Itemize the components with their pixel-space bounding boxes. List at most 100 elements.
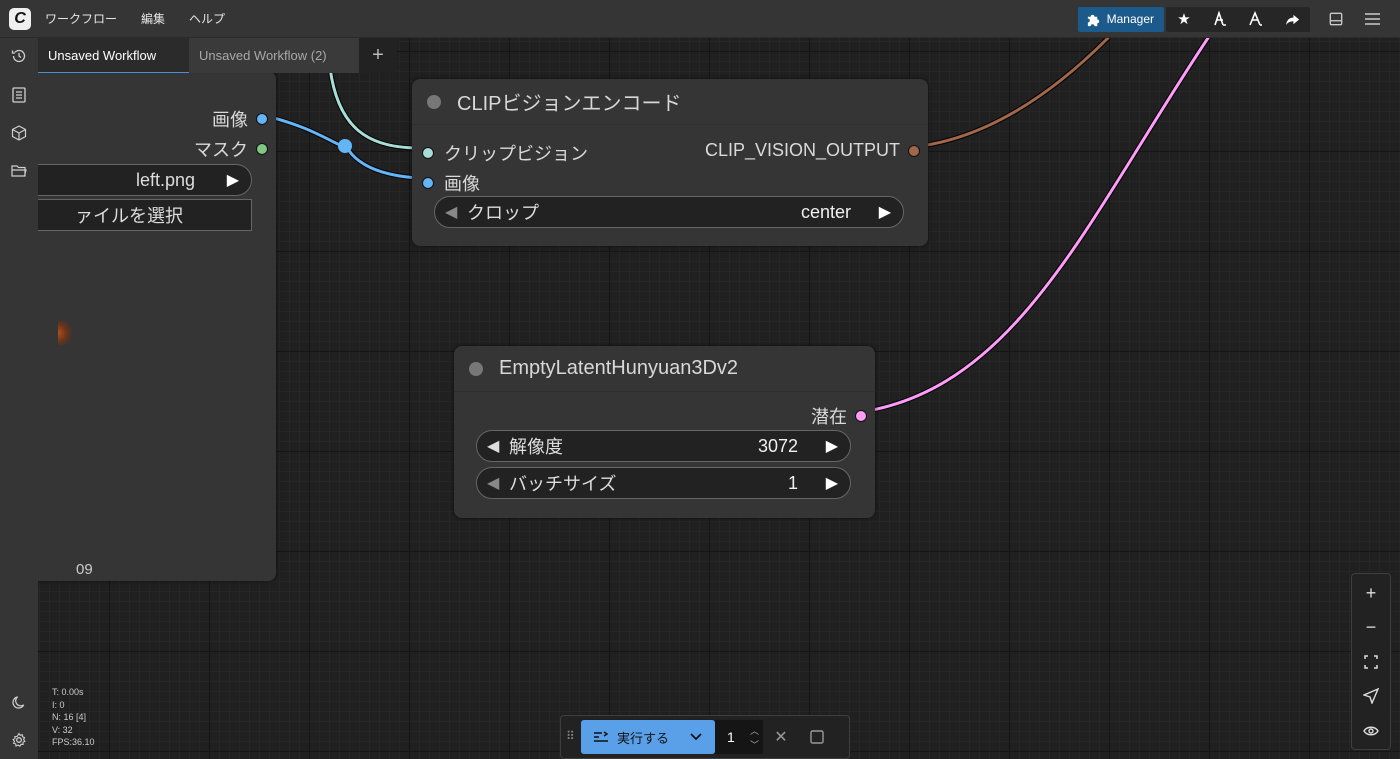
output-mask-label: マスク bbox=[194, 140, 248, 160]
run-button[interactable]: 実行する bbox=[581, 720, 715, 754]
topbar-actions: Manager ★ bbox=[1077, 6, 1390, 32]
output-image-slot[interactable] bbox=[256, 113, 268, 125]
crop-value: center bbox=[800, 201, 851, 222]
logo-letter: C bbox=[14, 9, 26, 27]
drag-handle-icon[interactable]: ⠿ bbox=[566, 729, 575, 743]
menu-help[interactable]: ヘルプ bbox=[183, 6, 231, 31]
menu-edit[interactable]: 編集 bbox=[135, 6, 171, 31]
output-latent-slot[interactable] bbox=[855, 410, 867, 422]
stat-v: V: 32 bbox=[52, 724, 73, 735]
menu-workflow[interactable]: ワークフロー bbox=[39, 6, 123, 31]
chevron-down-icon[interactable] bbox=[689, 732, 705, 742]
output-clip-vision-slot[interactable] bbox=[908, 144, 920, 157]
resolution-value: 3072 bbox=[757, 435, 798, 456]
tab-unsaved-workflow[interactable]: Unsaved Workflow bbox=[38, 38, 189, 73]
folder-icon[interactable] bbox=[9, 161, 29, 181]
close-icon[interactable]: ✕ bbox=[763, 727, 799, 747]
model-alt-icon[interactable] bbox=[1238, 7, 1274, 32]
upload-label: ァイルを選択 bbox=[75, 206, 183, 226]
node-title: CLIPビジョンエンコード bbox=[457, 93, 682, 115]
input-image-label: 画像 bbox=[444, 174, 480, 194]
batch-size-value: 1 bbox=[787, 472, 798, 493]
run-label: 実行する bbox=[617, 730, 670, 746]
moon-icon[interactable] bbox=[9, 692, 29, 712]
wire-reroute-dot bbox=[338, 139, 352, 153]
share-icon[interactable] bbox=[1274, 7, 1310, 32]
crop-label: クロップ bbox=[467, 203, 539, 223]
decrement-arrow-icon[interactable]: ◀ bbox=[487, 473, 505, 493]
puzzle-icon bbox=[1087, 14, 1099, 26]
tab-label: Unsaved Workflow (2) bbox=[199, 48, 327, 63]
node-title: EmptyLatentHunyuan3Dv2 bbox=[499, 357, 739, 379]
document-icon[interactable] bbox=[9, 85, 29, 105]
left-sidebar bbox=[0, 38, 38, 759]
input-clip-vision-label: クリップビジョン bbox=[444, 144, 588, 164]
crop-widget[interactable]: ◀ クロップ center ▶ bbox=[434, 196, 904, 228]
cube-icon[interactable] bbox=[9, 123, 29, 143]
graph-canvas[interactable]: 画像 マスク left.png ▶ ァイルを選択 09 CLIPビジョンエンコー… bbox=[38, 38, 1400, 759]
output-image-label: 画像 bbox=[212, 110, 248, 130]
input-image-slot[interactable] bbox=[422, 177, 434, 189]
chevron-up-icon[interactable]: ︿ bbox=[750, 724, 759, 737]
eye-icon[interactable] bbox=[1352, 716, 1390, 746]
panel-icon[interactable] bbox=[1318, 7, 1354, 32]
input-image-row: 画像 bbox=[422, 170, 480, 196]
batch-count-input[interactable]: 1 ︿ ﹀ bbox=[715, 720, 763, 754]
add-tab-button[interactable]: + bbox=[359, 38, 397, 73]
empty-latent-node[interactable]: EmptyLatentHunyuan3Dv2 潜在 ◀ 解像度 3072 ▶ ◀… bbox=[454, 346, 875, 518]
wire-clip-vision bbox=[327, 65, 421, 151]
image-select-value: left.png bbox=[135, 169, 195, 190]
zoom-out-icon[interactable]: − bbox=[1352, 612, 1390, 642]
stat-fps: FPS:36.10 bbox=[52, 737, 95, 747]
batch-size-label: バッチサイズ bbox=[509, 474, 617, 494]
fit-view-icon[interactable] bbox=[1352, 647, 1390, 677]
output-latent-row: 潜在 bbox=[811, 403, 867, 429]
plus-icon: + bbox=[372, 44, 384, 66]
topbar-icon-group: ★ bbox=[1166, 6, 1310, 32]
node-footer-text: 09 bbox=[76, 561, 93, 578]
canvas-zoom-controls: + − bbox=[1351, 573, 1391, 750]
load-image-node[interactable]: 画像 マスク left.png ▶ ァイルを選択 09 bbox=[38, 71, 276, 581]
history-icon[interactable] bbox=[9, 46, 29, 66]
render-stats: T: 0.00s I: 0 N: 16 [4] V: 32 FPS:36.10 bbox=[52, 686, 95, 749]
queue-icon bbox=[594, 731, 609, 742]
workflow-tabbar: Unsaved Workflow Unsaved Workflow (2) + bbox=[38, 38, 397, 73]
batch-size-widget[interactable]: ◀ バッチサイズ 1 ▶ bbox=[476, 467, 851, 499]
decrement-arrow-icon[interactable]: ◀ bbox=[445, 202, 463, 222]
stat-n: N: 16 [4] bbox=[52, 712, 87, 722]
decrement-arrow-icon[interactable]: ◀ bbox=[487, 436, 505, 456]
stop-icon[interactable] bbox=[799, 730, 835, 744]
increment-arrow-icon[interactable]: ▶ bbox=[879, 202, 891, 222]
increment-arrow-icon[interactable]: ▶ bbox=[826, 473, 838, 493]
upload-button[interactable]: ァイルを選択 bbox=[38, 199, 252, 231]
stat-time: T: 0.00s bbox=[52, 687, 84, 697]
collapse-dot-icon[interactable] bbox=[469, 361, 483, 376]
star-icon[interactable]: ★ bbox=[1166, 7, 1202, 32]
chevron-down-small-icon[interactable]: ﹀ bbox=[750, 738, 759, 751]
node-title-bar[interactable]: EmptyLatentHunyuan3Dv2 bbox=[454, 346, 875, 392]
output-latent-label: 潜在 bbox=[811, 407, 847, 427]
output-mask-row: マスク bbox=[194, 136, 268, 162]
resolution-widget[interactable]: ◀ 解像度 3072 ▶ bbox=[476, 430, 851, 462]
resolution-label: 解像度 bbox=[509, 437, 563, 457]
output-mask-slot[interactable] bbox=[256, 143, 268, 155]
tab-unsaved-workflow-2[interactable]: Unsaved Workflow (2) bbox=[189, 38, 359, 73]
collapse-dot-icon[interactable] bbox=[427, 94, 441, 109]
gear-icon[interactable] bbox=[9, 730, 29, 750]
manager-button[interactable]: Manager bbox=[1077, 6, 1164, 32]
clip-vision-encode-node[interactable]: CLIPビジョンエンコード クリップビジョン 画像 CLIP_VISION_OU… bbox=[412, 79, 928, 246]
hamburger-icon[interactable] bbox=[1354, 7, 1390, 32]
image-select-widget[interactable]: left.png ▶ bbox=[38, 164, 252, 196]
navigate-icon[interactable] bbox=[1352, 681, 1390, 711]
manager-label: Manager bbox=[1106, 12, 1154, 26]
increment-arrow-icon[interactable]: ▶ bbox=[227, 170, 239, 190]
increment-arrow-icon[interactable]: ▶ bbox=[826, 436, 838, 456]
app-logo[interactable]: C bbox=[9, 7, 31, 30]
input-clip-vision-slot[interactable] bbox=[422, 147, 434, 159]
input-clip-vision-row: クリップビジョン bbox=[422, 140, 588, 166]
output-clip-vision-label: CLIP_VISION_OUTPUT bbox=[704, 140, 900, 160]
stat-i: I: 0 bbox=[52, 699, 65, 710]
zoom-in-icon[interactable]: + bbox=[1352, 578, 1390, 608]
model-icon[interactable] bbox=[1202, 7, 1238, 32]
node-title-bar[interactable]: CLIPビジョンエンコード bbox=[412, 79, 928, 125]
